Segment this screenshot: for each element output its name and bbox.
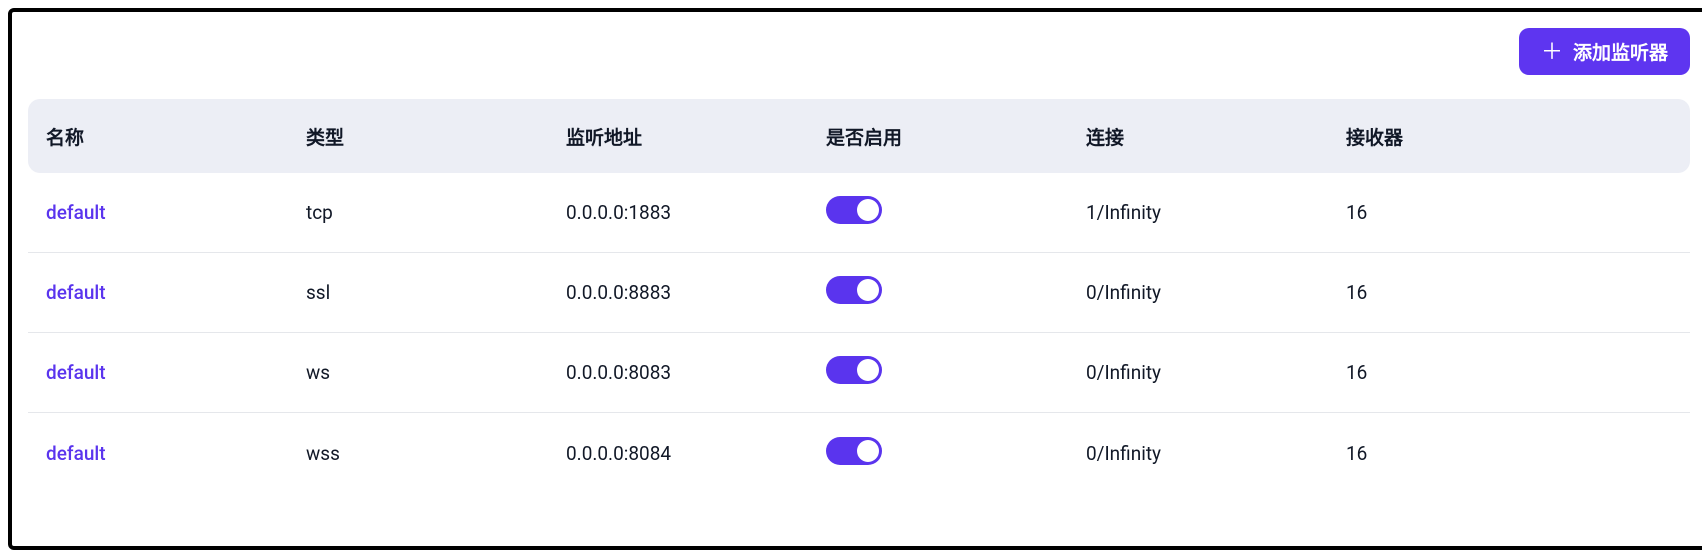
toggle-knob — [857, 199, 879, 221]
toggle-knob — [857, 440, 879, 462]
listener-name-link[interactable]: default — [46, 281, 106, 304]
th-name: 名称 — [28, 123, 288, 150]
listener-name-link[interactable]: default — [46, 201, 106, 224]
enabled-toggle[interactable] — [826, 276, 882, 304]
th-enabled: 是否启用 — [808, 123, 1068, 150]
listener-type: tcp — [288, 201, 548, 224]
enabled-toggle[interactable] — [826, 437, 882, 465]
table-header-row: 名称 类型 监听地址 是否启用 连接 接收器 — [28, 99, 1690, 173]
th-acceptors: 接收器 — [1328, 123, 1690, 150]
listener-address: 0.0.0.0:8883 — [548, 281, 808, 304]
listener-acceptors: 16 — [1328, 201, 1690, 224]
plus-icon: ＋ — [1541, 41, 1563, 63]
listener-conn: 0/Infinity — [1068, 442, 1328, 465]
listener-name-link[interactable]: default — [46, 361, 106, 384]
table-row: default ws 0.0.0.0:8083 0/Infinity 16 — [28, 333, 1690, 413]
listener-type: ws — [288, 361, 548, 384]
listener-address: 0.0.0.0:8083 — [548, 361, 808, 384]
toggle-knob — [857, 359, 879, 381]
listener-type: wss — [288, 442, 548, 465]
listener-name-link[interactable]: default — [46, 442, 106, 465]
add-listener-button[interactable]: ＋ 添加监听器 — [1519, 28, 1690, 75]
enabled-toggle[interactable] — [826, 196, 882, 224]
listener-conn: 0/Infinity — [1068, 361, 1328, 384]
listener-table: 名称 类型 监听地址 是否启用 连接 接收器 default tcp 0.0.0… — [28, 99, 1690, 493]
listener-address: 0.0.0.0:1883 — [548, 201, 808, 224]
table-row: default ssl 0.0.0.0:8883 0/Infinity 16 — [28, 253, 1690, 333]
th-conn: 连接 — [1068, 123, 1328, 150]
table-row: default wss 0.0.0.0:8084 0/Infinity 16 — [28, 413, 1690, 493]
top-bar: ＋ 添加监听器 — [28, 28, 1690, 75]
listener-conn: 1/Infinity — [1068, 201, 1328, 224]
add-listener-label: 添加监听器 — [1573, 38, 1668, 65]
listener-conn: 0/Infinity — [1068, 281, 1328, 304]
table-row: default tcp 0.0.0.0:1883 1/Infinity 16 — [28, 173, 1690, 253]
listener-acceptors: 16 — [1328, 281, 1690, 304]
listener-address: 0.0.0.0:8084 — [548, 442, 808, 465]
toggle-knob — [857, 279, 879, 301]
listener-panel: ＋ 添加监听器 名称 类型 监听地址 是否启用 连接 接收器 default t… — [8, 8, 1702, 550]
th-address: 监听地址 — [548, 123, 808, 150]
th-type: 类型 — [288, 123, 548, 150]
listener-type: ssl — [288, 281, 548, 304]
enabled-toggle[interactable] — [826, 356, 882, 384]
listener-acceptors: 16 — [1328, 361, 1690, 384]
listener-acceptors: 16 — [1328, 442, 1690, 465]
